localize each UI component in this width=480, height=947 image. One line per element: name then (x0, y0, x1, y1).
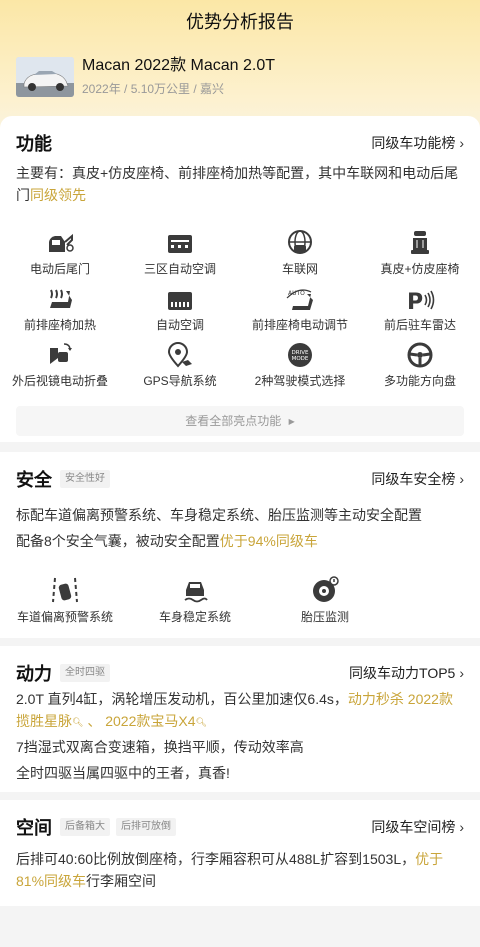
function-description: 主要有：真皮+仿皮座椅、前排座椅加热等配置，其中车联网和电动后尾门同级领先 (16, 162, 464, 206)
chevron-right-icon: › (459, 135, 464, 151)
feature-item[interactable]: P 前后驻车雷达 (360, 282, 480, 338)
compare-label: 2022款宝马X4 (105, 713, 196, 729)
safety-line-2-highlight: 优于94%同级车 (219, 533, 318, 549)
safety-feature-grid: 车道偏离预警系统 车身稳定系统 胎压监测 (0, 574, 390, 630)
function-rank-link[interactable]: 同级车功能榜 › (371, 133, 464, 153)
feature-label: 多功能方向盘 (383, 374, 456, 388)
tire-pressure-icon (260, 574, 390, 604)
feature-label: 外后视镜电动折叠 (11, 374, 108, 388)
feature-item[interactable]: 三区自动空调 (120, 226, 240, 282)
feature-label: 车身稳定系统 (158, 610, 231, 624)
function-feature-grid: 电动后尾门 三区自动空调 车联网 真皮+仿皮座椅 前排座椅加热 自动空调 AUT… (0, 226, 480, 394)
svg-text:MODE: MODE (292, 356, 309, 362)
space-title: 空间 (16, 818, 52, 838)
auto-ac-icon (120, 282, 240, 312)
drive-mode-icon: DRIVE MODE (240, 338, 360, 368)
space-rank-link-label: 同级车空间榜 (371, 819, 456, 835)
feature-label: 车联网 (281, 262, 318, 276)
safety-line-1: 标配车道偏离预警系统、车身稳定系统、胎压监测等主动安全配置 (16, 507, 422, 523)
power-line-1: 2.0T 直列4缸，涡轮增压发动机，百公里加速仅6.4s，动力秒杀 2022款揽… (16, 688, 464, 733)
space-desc-tail: 行李厢空间 (86, 873, 157, 889)
feature-item[interactable]: 车道偏离预警系统 (0, 574, 130, 630)
function-desc-highlight: 同级领先 (30, 187, 86, 203)
feature-item[interactable]: 胎压监测 (260, 574, 390, 630)
car-title: Macan 2022款 Macan 2.0T (82, 57, 275, 74)
leather-seat-icon (360, 226, 480, 256)
feature-label: 前后驻车雷达 (383, 318, 456, 332)
feature-item[interactable]: 外后视镜电动折叠 (0, 338, 120, 394)
feature-label: GPS导航系统 (143, 374, 217, 388)
safety-card: 安全 安全性好 同级车安全榜 › 标配车道偏离预警系统、车身稳定系统、胎压监测等… (0, 452, 480, 638)
feature-item[interactable]: GPS导航系统 (120, 338, 240, 394)
car-subtitle: 2022年 / 5.10万公里 / 嘉兴 (82, 82, 225, 96)
lane-warning-icon (0, 574, 130, 604)
feature-label: 2种驾驶模式选择 (254, 374, 346, 388)
chevron-right-icon: › (459, 819, 464, 835)
ac-icon (120, 226, 240, 256)
power-tag: 全时四驱 (60, 664, 110, 682)
compare-link-bmw[interactable]: 2022款宝马X4🔍︎ (105, 713, 207, 729)
power-line-1-text: 2.0T 直列4缸，涡轮增压发动机，百公里加速仅6.4s， (16, 691, 348, 707)
power-line-3: 全时四驱当属四驱中的王者，真香! (16, 765, 230, 781)
power-card: 动力 全时四驱 同级车动力TOP5 › 2.0T 直列4缸，涡轮增压发动机，百公… (0, 646, 480, 792)
feature-label: 三区自动空调 (143, 262, 216, 276)
chevron-right-icon: › (459, 471, 464, 487)
space-rank-link[interactable]: 同级车空间榜 › (371, 817, 464, 837)
space-card: 空间 后备箱大 后排可放倒 同级车空间榜 › 后排可40:60比例放倒座椅，行李… (0, 800, 480, 906)
feature-item[interactable]: AUTO 前排座椅电动调节 (240, 282, 360, 338)
seat-auto-icon: AUTO (240, 282, 360, 312)
safety-line-2: 配备8个安全气囊，被动安全配置优于94%同级车 (16, 530, 464, 552)
feature-label: 真皮+仿皮座椅 (380, 262, 460, 276)
function-card: 功能 同级车功能榜 › 主要有：真皮+仿皮座椅、前排座椅加热等配置，其中车联网和… (0, 116, 480, 442)
trunk-icon (0, 226, 120, 256)
feature-item[interactable]: 车身稳定系统 (130, 574, 260, 630)
car-summary[interactable]: Macan 2022款 Macan 2.0T 2022年 / 5.10万公里 /… (0, 44, 480, 102)
feature-item[interactable]: 前排座椅加热 (0, 282, 120, 338)
feature-label: 自动空调 (155, 318, 204, 332)
mirror-fold-icon (0, 338, 120, 368)
separator: 、 (83, 713, 106, 729)
view-all-label: 查看全部亮点功能 (185, 414, 282, 428)
power-title: 动力 (16, 664, 52, 684)
space-tag-fold: 后排可放倒 (116, 818, 176, 836)
feature-label: 胎压监测 (300, 610, 349, 624)
page-title: 优势分析报告 (186, 12, 294, 32)
feature-item[interactable]: DRIVE MODE 2种驾驶模式选择 (240, 338, 360, 394)
chevron-right-icon: › (459, 665, 464, 681)
svg-text:P: P (407, 290, 423, 312)
feature-item[interactable]: 多功能方向盘 (360, 338, 480, 394)
safety-rank-link[interactable]: 同级车安全榜 › (371, 469, 464, 489)
globe-car-icon (240, 226, 360, 256)
feature-item[interactable]: 电动后尾门 (0, 226, 120, 282)
safety-tag: 安全性好 (60, 470, 110, 488)
steering-wheel-icon (360, 338, 480, 368)
safety-line-2-text: 配备8个安全气囊，被动安全配置 (16, 533, 220, 549)
feature-item[interactable]: 真皮+仿皮座椅 (360, 226, 480, 282)
safety-title: 安全 (16, 470, 52, 490)
space-tag-trunk: 后备箱大 (60, 818, 110, 836)
power-rank-link-label: 同级车动力TOP5 (349, 665, 456, 681)
stability-icon (130, 574, 260, 604)
search-icon: 🔍︎ (72, 717, 84, 727)
view-all-features-button[interactable]: 查看全部亮点功能 ▶ (16, 406, 464, 436)
space-desc-text: 后排可40:60比例放倒座椅，行李厢容积可从488L扩容到1503L， (16, 851, 416, 867)
feature-label: 车道偏离预警系统 (16, 610, 113, 624)
feature-label: 前排座椅加热 (23, 318, 96, 332)
power-rank-link[interactable]: 同级车动力TOP5 › (349, 663, 464, 683)
feature-label: 电动后尾门 (29, 262, 90, 276)
feature-item[interactable]: 自动空调 (120, 282, 240, 338)
safety-rank-link-label: 同级车安全榜 (371, 471, 456, 487)
function-title: 功能 (16, 134, 52, 154)
feature-label: 前排座椅电动调节 (251, 318, 348, 332)
function-rank-link-label: 同级车功能榜 (371, 135, 456, 151)
triangle-right-icon: ▶ (288, 417, 295, 426)
space-description: 后排可40:60比例放倒座椅，行李厢容积可从488L扩容到1503L，优于81%… (16, 848, 464, 892)
power-line-2: 7挡湿式双离合变速箱，换挡平顺，传动效率高 (16, 739, 304, 755)
car-thumbnail (16, 57, 74, 97)
feature-item[interactable]: 车联网 (240, 226, 360, 282)
search-icon: 🔍︎ (195, 717, 207, 727)
seat-heat-icon (0, 282, 120, 312)
parking-radar-icon: P (360, 282, 480, 312)
gps-icon (120, 338, 240, 368)
